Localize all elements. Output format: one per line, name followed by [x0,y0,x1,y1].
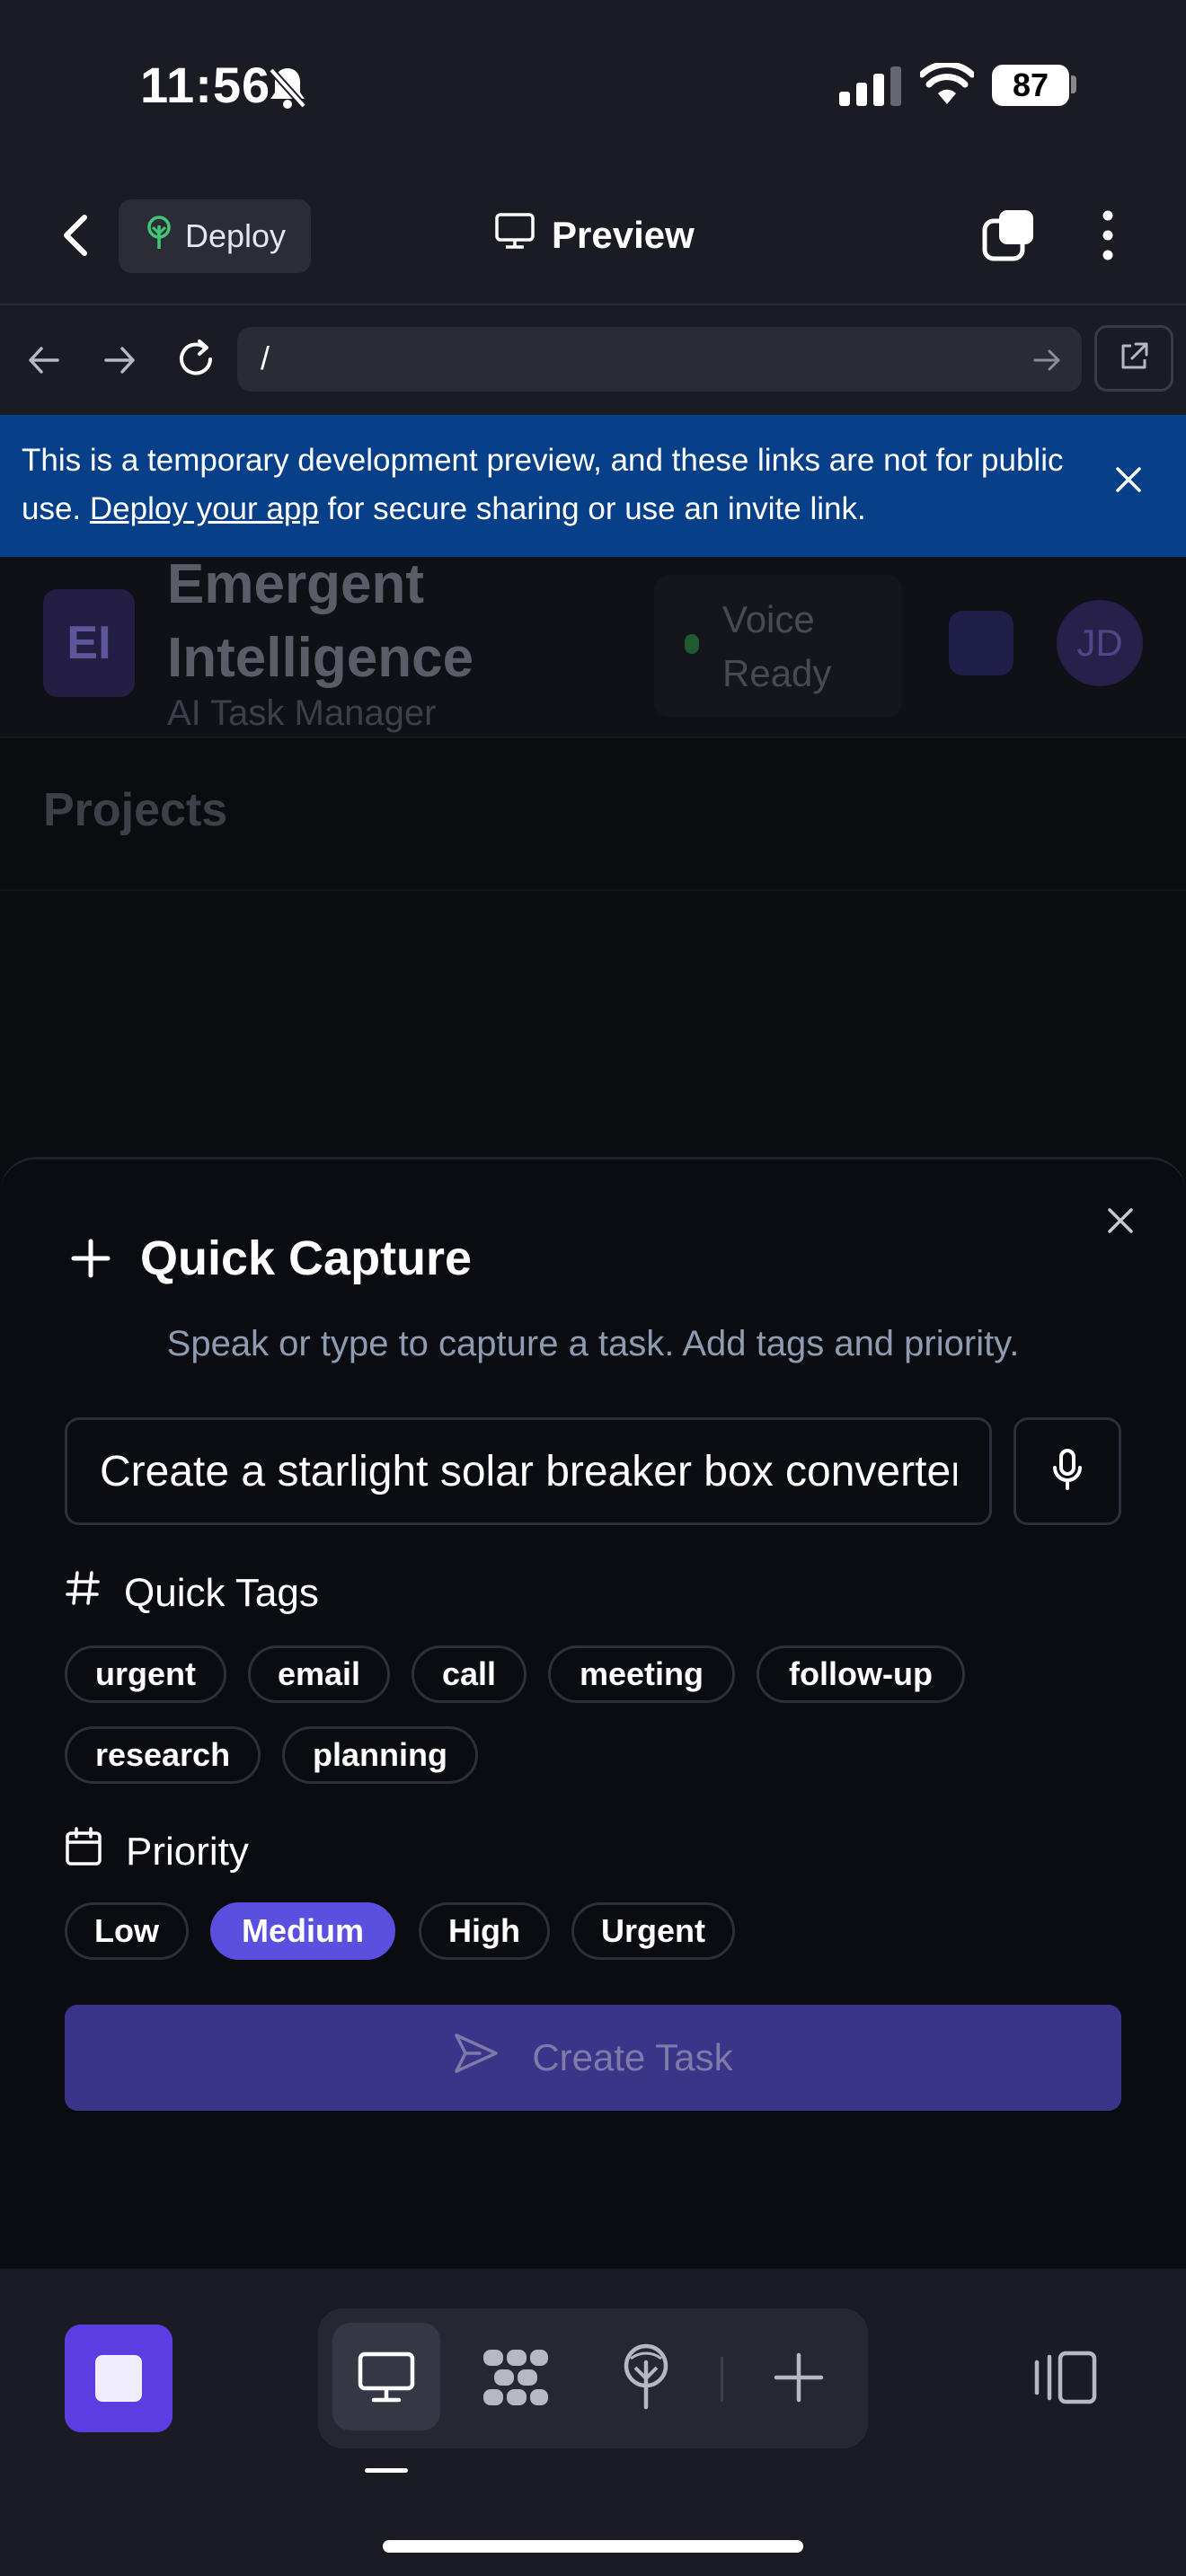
voice-status-text: Voice Ready [722,598,832,694]
stop-icon [95,2355,142,2402]
tabs-icon[interactable] [981,208,1037,267]
tag-chip-planning[interactable]: planning [282,1726,478,1784]
nav-forward-arrow-icon[interactable] [99,340,140,385]
deploy-tree-dock-icon[interactable] [618,2342,674,2415]
agents-icon[interactable] [482,2346,550,2413]
app-brand-subtitle: AI Task Manager [167,693,437,733]
wifi-icon [918,61,976,110]
banner-text-after: for secure sharing or use an invite link… [318,491,866,526]
create-task-button[interactable]: Create Task [65,2005,1121,2111]
app-brand-name: Emergent Intelligence [167,553,474,689]
voice-input-button[interactable] [1013,1417,1121,1525]
dock-separator [721,2357,723,2402]
user-avatar: JD [1057,600,1143,686]
app-logo: EI [43,589,135,697]
battery-indicator: 87 [992,65,1069,106]
open-external-button[interactable] [1094,325,1173,392]
tag-chip-call[interactable]: call [412,1645,527,1703]
desktop-preview-icon [358,2351,415,2408]
preview-title: Preview [494,208,695,262]
priority-chip-high[interactable]: High [419,1902,550,1960]
microphone-icon [1049,1448,1085,1495]
task-input[interactable] [65,1417,992,1525]
deploy-tree-icon [144,215,174,259]
priority-label: Priority [126,1829,249,1874]
add-tab-plus-icon[interactable] [773,2351,825,2408]
active-tab-indicator [365,2468,408,2473]
url-text: / [261,340,270,376]
reload-icon[interactable] [173,336,219,387]
create-task-label: Create Task [532,2036,733,2078]
tag-chip-research[interactable]: research [65,1726,261,1784]
deploy-label: Deploy [184,217,287,254]
external-link-icon [1118,340,1150,377]
projects-divider [0,889,1186,891]
bell-muted-icon [266,65,309,116]
battery-tip [1071,75,1076,93]
home-indicator [383,2540,803,2553]
quick-capture-subtitle: Speak or type to capture a task. Add tag… [166,1324,1020,1363]
priority-header: Priority [65,1827,249,1876]
voice-status-dot [685,634,699,654]
status-time: 11:56 [140,57,271,113]
quick-capture-title: Quick Capture [140,1231,473,1285]
projects-heading: Projects [43,784,228,836]
priority-chip-medium[interactable]: Medium [210,1902,395,1960]
priority-chip-urgent[interactable]: Urgent [571,1902,735,1960]
nav-back-arrow-icon[interactable] [23,340,65,385]
plus-icon [70,1238,111,1284]
cellular-signal-icon [839,66,902,110]
tag-chip-meeting[interactable]: meeting [548,1645,735,1703]
send-icon [453,2032,500,2084]
deploy-your-app-link[interactable]: Deploy your app [90,491,319,526]
side-panel-icon[interactable] [1031,2350,1100,2410]
quick-tags-header: Quick Tags [65,1570,319,1616]
back-chevron-icon[interactable] [54,208,99,262]
banner-message: This is a temporary development preview,… [22,437,1064,534]
calendar-icon [65,1827,102,1876]
quick-tags-label: Quick Tags [124,1570,319,1615]
sheet-close-icon[interactable] [1103,1204,1137,1242]
priority-chip-low[interactable]: Low [65,1902,189,1960]
toolbar-divider [0,304,1186,305]
deploy-button[interactable]: Deploy [119,199,311,273]
tag-chip-urgent[interactable]: urgent [65,1645,226,1703]
more-options-icon[interactable] [1094,208,1121,262]
url-field[interactable] [237,327,1082,392]
header-action-button [949,611,1013,675]
tag-chip-email[interactable]: email [248,1645,390,1703]
monitor-icon [494,212,535,259]
stop-app-button[interactable] [65,2325,173,2432]
hash-icon [65,1570,101,1616]
tag-chip-follow-up[interactable]: follow-up [757,1645,965,1703]
url-go-arrow-icon[interactable] [1031,345,1062,380]
preview-label: Preview [552,214,695,256]
banner-close-icon[interactable] [1112,463,1145,500]
